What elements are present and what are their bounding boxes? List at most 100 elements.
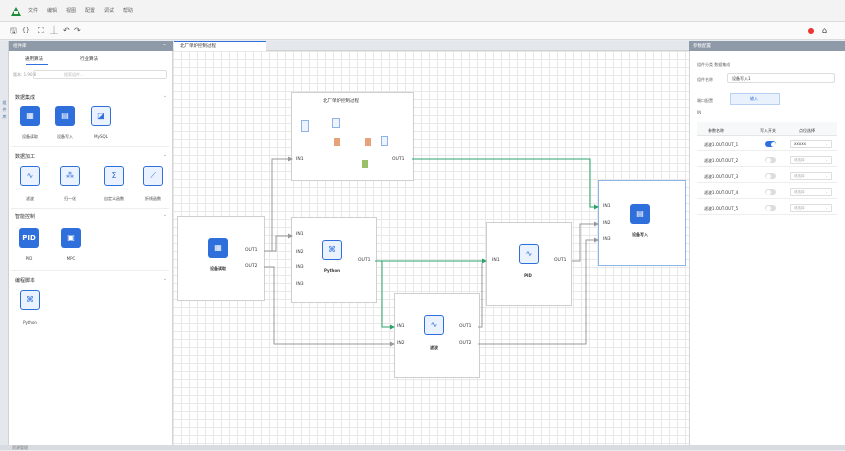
pid-icon[interactable]: PID [19, 228, 39, 248]
mini-node-icon [381, 136, 388, 146]
library-item-label: MPC [66, 256, 76, 261]
section-title: 数据加工 [15, 154, 36, 160]
chevron-down-icon[interactable]: ⌄ [163, 152, 167, 158]
library-item-label: 设备读取 [22, 134, 38, 139]
write-toggle[interactable] [765, 157, 776, 163]
rail-label[interactable]: 组 [1, 100, 8, 106]
resource-manager-tab[interactable]: 资源管理 [12, 445, 28, 451]
port-out[interactable]: OUT2 [245, 264, 257, 269]
name-value: 设备写入1 [732, 76, 751, 81]
active-tab-indicator [26, 64, 48, 65]
write-toggle[interactable] [765, 173, 776, 179]
record-status-icon[interactable] [808, 28, 814, 34]
node-label: 滤波 [430, 345, 438, 350]
point-select[interactable]: 请选择 ⌄ [790, 156, 832, 164]
mini-node-icon [365, 138, 371, 146]
library-item-label: 滤波 [26, 196, 34, 201]
port-tab-label: 输入 [750, 96, 758, 101]
tab-general-algorithms[interactable]: 通用算法 [25, 56, 43, 62]
tab-label: 北厂单炉控制过程 [180, 44, 216, 49]
mpc-icon[interactable]: ▣ [61, 228, 81, 248]
properties-header [689, 41, 845, 51]
point-select[interactable]: 请选择 ⌄ [790, 172, 832, 180]
name-label: 组件名称 [697, 77, 713, 82]
port-in[interactable]: IN1 [603, 204, 611, 209]
chevron-down-icon[interactable]: ⌄ [163, 93, 167, 99]
braces-icon[interactable]: {} [22, 26, 30, 36]
menu-help[interactable]: 帮助 [123, 7, 133, 14]
group-node[interactable] [291, 92, 414, 181]
write-toggle[interactable] [765, 141, 776, 147]
point-select[interactable]: 请选择 ⌄ [790, 188, 832, 196]
rail-label[interactable]: 件 [1, 107, 8, 113]
param-name: 滤波1.OUT.OUT_1 [704, 142, 739, 147]
point-select[interactable]: XXXXX ⌄ [790, 140, 832, 148]
collapse-icon[interactable]: – [163, 41, 166, 48]
port-out[interactable]: OUT1 [392, 157, 404, 162]
python-icon: ⌘ [322, 240, 342, 260]
write-toggle[interactable] [765, 205, 776, 211]
menu-debug[interactable]: 调试 [104, 7, 114, 14]
port-sub: IN [697, 110, 702, 115]
column-header: 写入开关 [760, 128, 776, 133]
port-in[interactable]: IN1 [397, 324, 405, 329]
align-icon[interactable]: ⏊ [50, 26, 58, 36]
port-out[interactable]: OUT1 [554, 258, 566, 263]
pid-icon: ∿ [519, 244, 539, 264]
menu-config[interactable]: 配置 [85, 7, 95, 14]
chevron-down-icon[interactable]: ⌄ [163, 212, 167, 218]
python-icon[interactable]: ⌘ [20, 290, 40, 310]
toolbar [0, 22, 845, 40]
port-in[interactable]: IN3 [296, 282, 304, 287]
menu-edit[interactable]: 编辑 [47, 7, 57, 14]
write-toggle[interactable] [765, 189, 776, 195]
library-item-label: Python [23, 320, 37, 325]
device-read-icon[interactable]: ▦ [20, 106, 40, 126]
port-in[interactable]: IN1 [296, 157, 304, 162]
tab-industry-algorithms[interactable]: 行业算法 [80, 56, 98, 62]
port-in[interactable]: IN3 [296, 265, 304, 270]
port-in[interactable]: IN2 [296, 250, 304, 255]
port-in[interactable]: IN1 [296, 232, 304, 237]
port-in[interactable]: IN2 [603, 221, 611, 226]
param-name: 滤波1.OUT.OUT_2 [704, 158, 739, 163]
node-label: 设备写入 [632, 232, 648, 237]
search-input[interactable] [33, 70, 167, 79]
filter-icon: ∿ [424, 315, 444, 335]
section-title: 数据集成 [15, 95, 36, 101]
point-select[interactable]: 请选择 ⌄ [790, 204, 832, 212]
device-read-icon: ▦ [208, 238, 228, 258]
device-read-node[interactable] [177, 216, 265, 301]
custom-function-icon[interactable]: Σ [104, 166, 124, 186]
port-in[interactable]: IN1 [492, 258, 500, 263]
pid-node[interactable] [486, 222, 572, 306]
port-out[interactable]: OUT1 [245, 248, 257, 253]
menu-view[interactable]: 视图 [66, 7, 76, 14]
port-out[interactable]: OUT1 [358, 258, 370, 263]
save-icon[interactable]: 🖫 [10, 26, 17, 36]
status-bar [0, 445, 845, 450]
port-out[interactable]: OUT2 [459, 341, 471, 346]
port-out[interactable]: OUT1 [459, 324, 471, 329]
home-icon[interactable]: ⌂ [822, 26, 827, 35]
device-write-icon[interactable]: ▤ [55, 106, 75, 126]
mini-node-icon [301, 120, 309, 132]
polyline-function-icon[interactable]: ⟋ [143, 166, 163, 186]
normalize-icon[interactable]: ⁂ [60, 166, 80, 186]
filter-icon[interactable]: ∿ [20, 166, 40, 186]
rail-label[interactable]: 库 [1, 114, 8, 120]
mysql-icon[interactable]: ◪ [91, 106, 111, 126]
properties-title: 参数配置 [693, 44, 711, 49]
port-in[interactable]: IN2 [397, 341, 405, 346]
menu-file[interactable]: 文件 [28, 7, 38, 14]
node-label: 设备读取 [210, 266, 226, 271]
library-item-label: 归一化 [64, 196, 76, 201]
redo-icon[interactable]: ↷ [74, 26, 81, 36]
filter-node[interactable] [394, 293, 480, 378]
chevron-down-icon[interactable]: ⌄ [163, 276, 167, 282]
port-in[interactable]: IN3 [603, 237, 611, 242]
library-item-label: 折线函数 [145, 196, 161, 201]
search-placeholder: 搜索组件... [64, 72, 84, 77]
fit-icon[interactable]: ⛶ [38, 26, 44, 36]
undo-icon[interactable]: ↶ [63, 26, 70, 36]
